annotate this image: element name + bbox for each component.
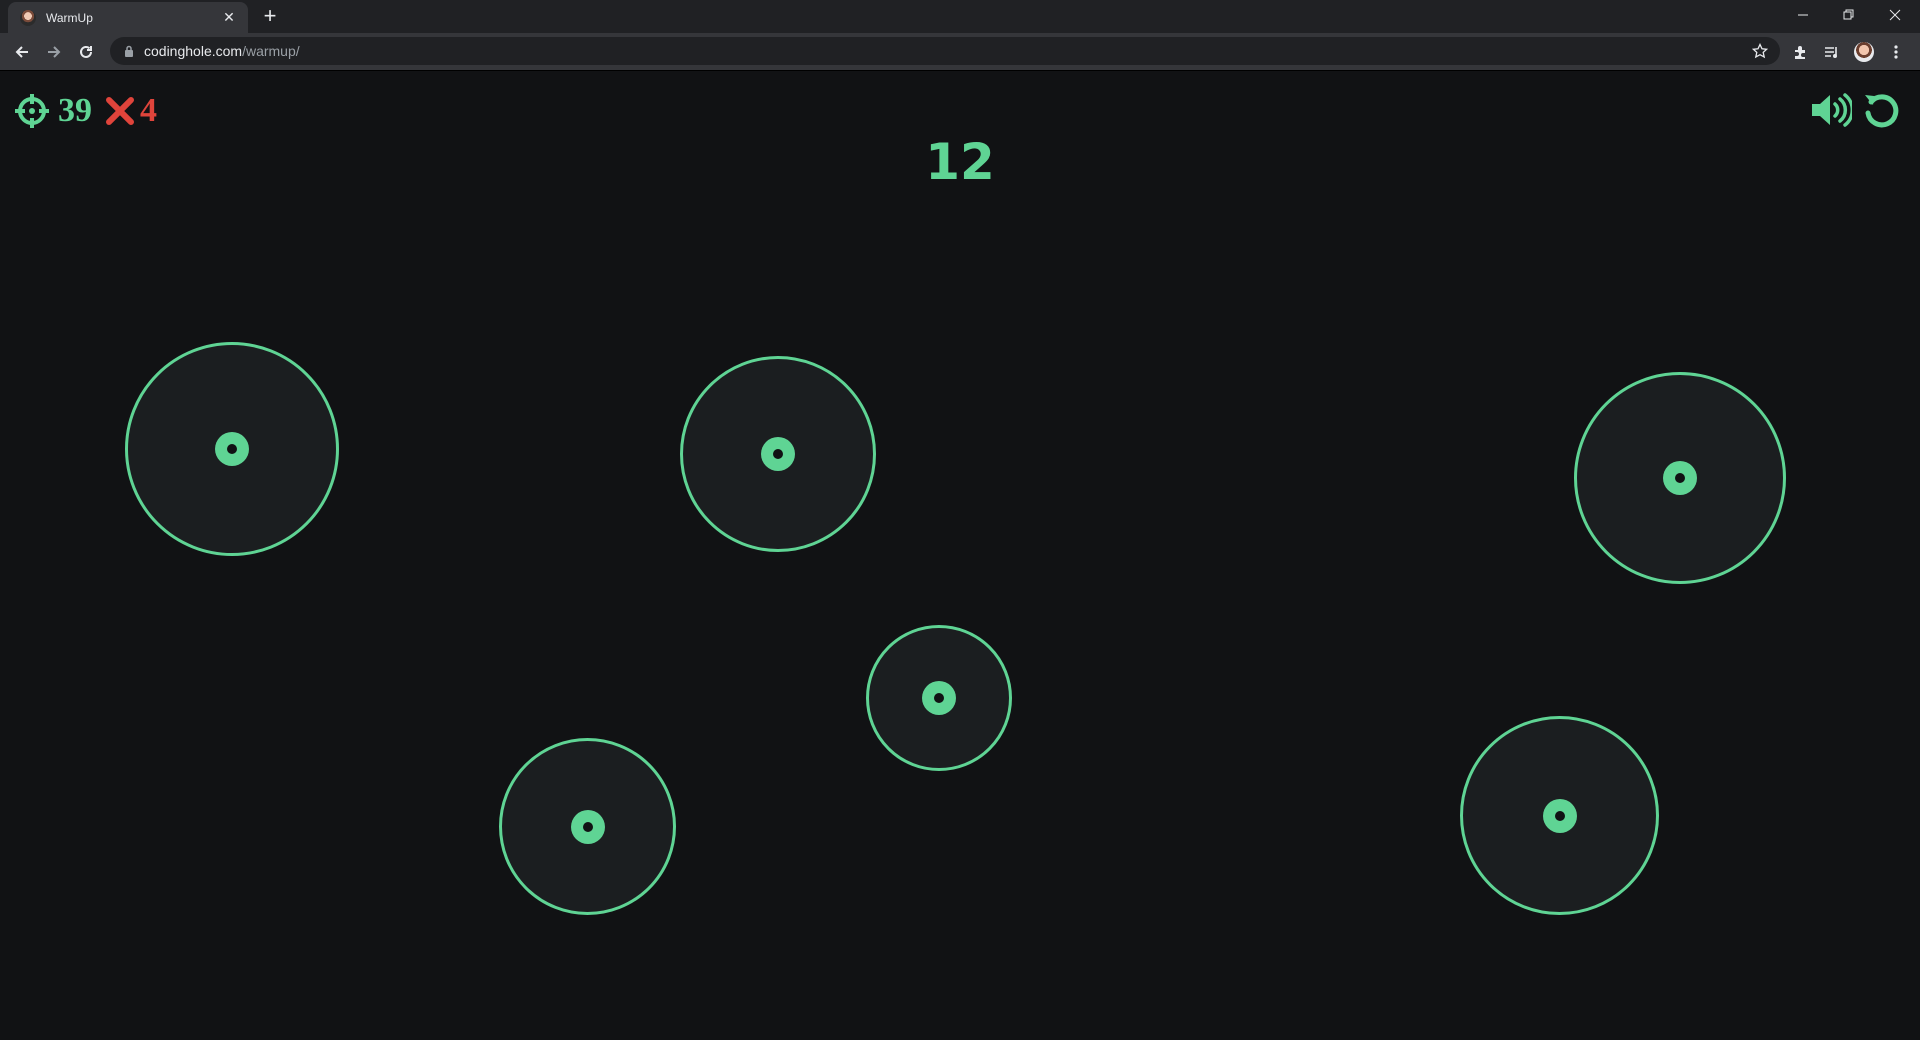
- favicon-icon: [20, 9, 36, 26]
- hits-count: 39: [58, 92, 92, 129]
- close-icon: [1889, 9, 1901, 21]
- bookmark-star-icon[interactable]: [1750, 41, 1770, 61]
- restart-icon[interactable]: [1862, 91, 1900, 129]
- volume-icon[interactable]: [1810, 92, 1852, 128]
- browser-toolbar: codinghole.com/warmup/: [0, 33, 1920, 71]
- target[interactable]: [125, 342, 339, 556]
- target[interactable]: [1574, 372, 1786, 584]
- reload-button[interactable]: [72, 38, 100, 66]
- url-path: /warmup/: [242, 43, 300, 59]
- forward-button[interactable]: [40, 38, 68, 66]
- countdown-timer: 12: [925, 133, 995, 191]
- restore-button[interactable]: [1826, 0, 1872, 30]
- target[interactable]: [1460, 716, 1659, 915]
- browser-menu-button[interactable]: [1882, 38, 1910, 66]
- target-center[interactable]: [761, 437, 795, 471]
- score-panel: 39 4: [14, 93, 157, 129]
- url-domain: codinghole.com: [144, 43, 243, 59]
- browser-tab-strip: WarmUp ✕ +: [0, 0, 1920, 33]
- restore-icon: [1843, 9, 1854, 20]
- tab-close-icon[interactable]: ✕: [220, 9, 238, 26]
- minimize-icon: [1798, 14, 1808, 16]
- target[interactable]: [499, 738, 676, 915]
- extensions-icon[interactable]: [1786, 38, 1814, 66]
- back-arrow-icon: [15, 46, 28, 58]
- media-controls-icon[interactable]: [1818, 38, 1846, 66]
- back-button[interactable]: [8, 38, 36, 66]
- close-window-button[interactable]: [1872, 0, 1918, 30]
- avatar-icon: [1854, 42, 1874, 62]
- target[interactable]: [866, 625, 1012, 771]
- target-center[interactable]: [1663, 461, 1697, 495]
- crosshair-icon: [15, 94, 49, 128]
- url-text: codinghole.com/warmup/: [144, 43, 300, 59]
- browser-tab[interactable]: WarmUp ✕: [8, 2, 248, 33]
- lock-icon: [122, 44, 136, 58]
- game-area[interactable]: 39 4 12: [0, 71, 1920, 1040]
- x-icon: [106, 97, 134, 125]
- misses-count: 4: [140, 92, 157, 129]
- address-bar[interactable]: codinghole.com/warmup/: [110, 37, 1780, 65]
- target-center[interactable]: [922, 681, 956, 715]
- controls-panel: [1810, 91, 1900, 129]
- target-center[interactable]: [215, 432, 249, 466]
- reload-icon: [80, 45, 92, 58]
- profile-avatar[interactable]: [1850, 38, 1878, 66]
- kebab-menu-icon: [1894, 45, 1898, 59]
- target[interactable]: [680, 356, 876, 552]
- minimize-button[interactable]: [1780, 0, 1826, 30]
- target-center[interactable]: [1542, 798, 1577, 833]
- forward-arrow-icon: [48, 46, 61, 58]
- target-center[interactable]: [570, 809, 605, 844]
- tab-title: WarmUp: [46, 10, 93, 25]
- new-tab-button[interactable]: +: [258, 5, 282, 28]
